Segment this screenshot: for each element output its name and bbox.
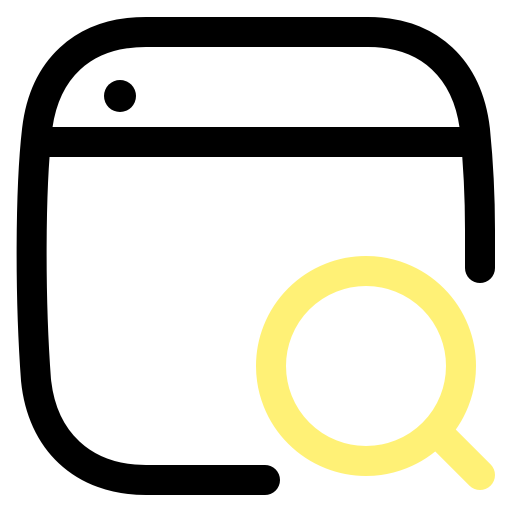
window-outline: [16, 17, 495, 495]
browser-window-search-icon: [16, 17, 495, 495]
icon-canvas: [0, 0, 512, 512]
magnifier-handle: [425, 420, 495, 490]
magnifier-icon: [256, 256, 495, 490]
title-bar-dot-icon: [104, 80, 136, 112]
browser-window-icon: [16, 17, 495, 495]
